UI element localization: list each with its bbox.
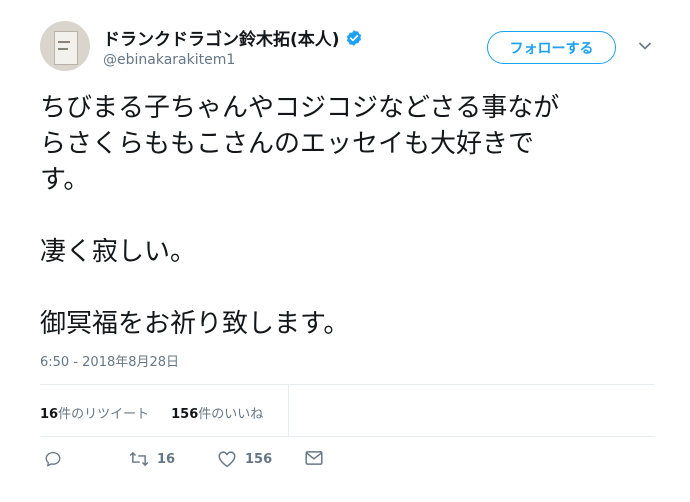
tweet-line: 御冥福をお祈り致します。 bbox=[40, 309, 350, 339]
tweet-line: ちびまる子ちゃんやコジコジなどさる事なが bbox=[40, 93, 560, 123]
heart-icon bbox=[218, 451, 236, 468]
user-handle[interactable]: @ebinakarakitem1 bbox=[103, 52, 235, 68]
retweet-stat-count: 16 bbox=[40, 407, 59, 422]
retweet-count: 16 bbox=[157, 451, 176, 467]
display-name-text: ドランクドラゴン鈴木拓(本人) bbox=[103, 30, 340, 50]
follow-button[interactable]: フォローする bbox=[487, 31, 616, 64]
like-button[interactable]: 156 bbox=[217, 450, 272, 468]
reply-icon bbox=[45, 451, 61, 467]
like-count: 156 bbox=[245, 451, 273, 467]
retweet-button[interactable]: 16 bbox=[129, 450, 175, 468]
display-name[interactable]: ドランクドラゴン鈴木拓(本人) bbox=[103, 25, 363, 50]
retweet-stat[interactable]: 16件のリツイート bbox=[40, 407, 149, 422]
divider bbox=[288, 384, 289, 436]
avatar-detail bbox=[58, 41, 70, 43]
like-stat-count: 156 bbox=[171, 407, 199, 422]
like-stat[interactable]: 156件のいいね bbox=[171, 407, 263, 422]
divider bbox=[40, 436, 655, 437]
tweet-line: 凄く寂しい。 bbox=[40, 237, 197, 267]
divider bbox=[40, 384, 655, 385]
tweet-timestamp[interactable]: 6:50 - 2018年8月28日 bbox=[40, 351, 179, 370]
tweet-line: す。 bbox=[40, 165, 90, 195]
reply-button[interactable] bbox=[44, 450, 62, 468]
avatar[interactable] bbox=[40, 21, 90, 71]
tweet-text: ちびまる子ちゃんやコジコジなどさる事なが らさくらももこさんのエッセイも大好きで… bbox=[40, 90, 660, 342]
chevron-down-icon[interactable] bbox=[638, 41, 652, 51]
like-stat-label: 件のいいね bbox=[198, 407, 264, 422]
direct-message-button[interactable] bbox=[305, 450, 323, 466]
tweet-line: らさくらももこさんのエッセイも大好きで bbox=[40, 129, 535, 159]
avatar-detail bbox=[58, 48, 68, 50]
envelope-icon bbox=[305, 451, 323, 465]
verified-badge-icon bbox=[346, 29, 361, 46]
retweet-stat-label: 件のリツイート bbox=[58, 407, 150, 422]
tweet-stats: 16件のリツイート 156件のいいね bbox=[40, 403, 263, 422]
retweet-icon bbox=[129, 451, 149, 467]
